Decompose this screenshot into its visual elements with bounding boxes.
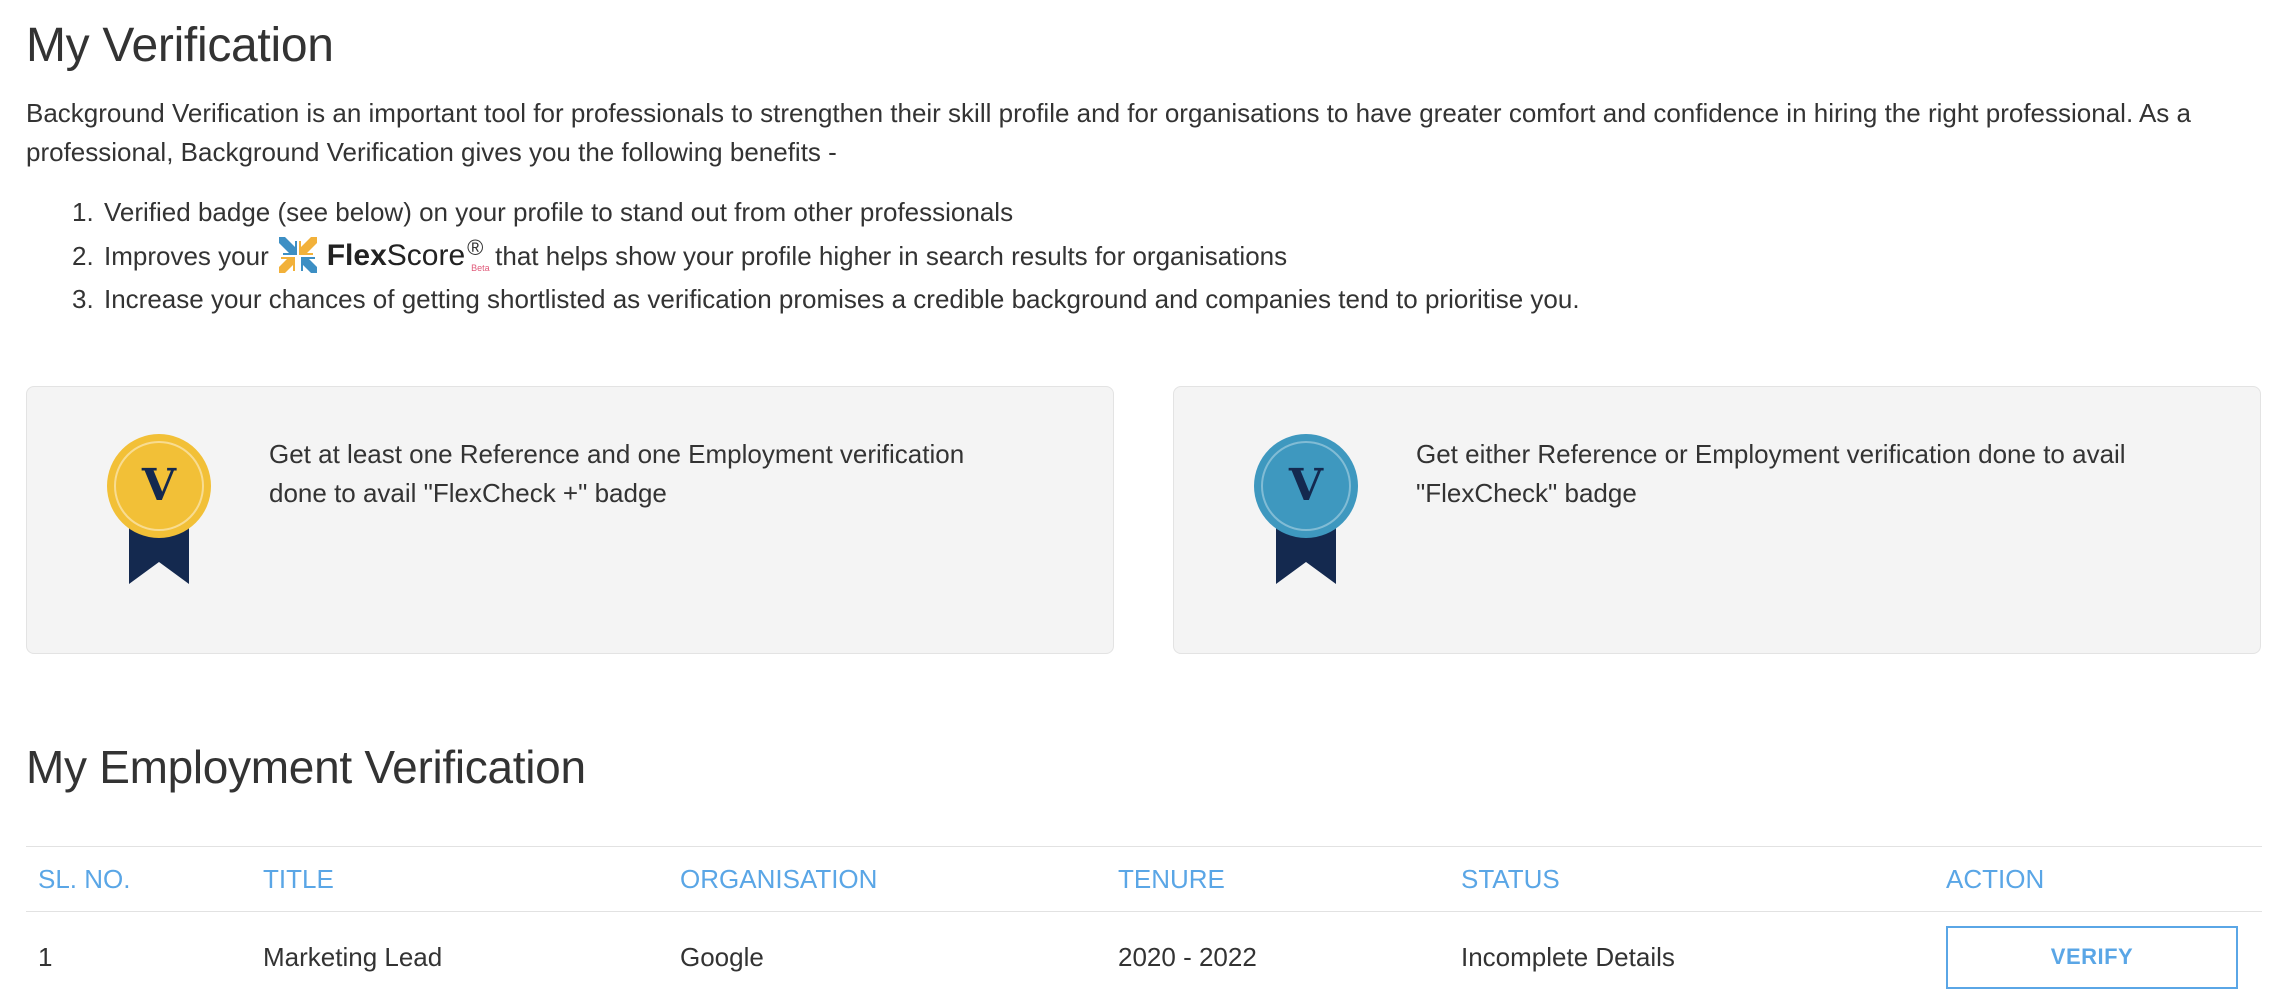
benefit-text-before: Improves your [104, 240, 269, 271]
flexscore-sup: ® Beta [467, 233, 490, 279]
badge-letter: V [141, 460, 177, 511]
column-header-organisation: ORGANISATION [680, 863, 878, 894]
benefit-number: 1. [72, 197, 94, 227]
flexscore-name: FlexScore [326, 239, 466, 272]
employment-verification-title: My Employment Verification [26, 741, 586, 793]
benefit-text: Verified badge (see below) on your profi… [104, 197, 1014, 227]
beta-label: Beta [471, 263, 490, 273]
cell-tenure: 2020 - 2022 [1118, 941, 1257, 972]
flexscore-arrows-icon [278, 237, 317, 273]
flexcheck-card: V Get either Reference or Employment ver… [1173, 386, 2261, 654]
benefits-list: 1. Verified badge (see below) on your pr… [72, 193, 1580, 319]
employment-verification-table: SL. NO. TITLE ORGANISATION TENURE STATUS… [26, 846, 2262, 992]
badge-letter: V [1288, 460, 1324, 511]
column-header-title: TITLE [263, 863, 334, 894]
blue-verified-badge-icon: V [1254, 434, 1358, 584]
benefit-item: 3. Increase your chances of getting shor… [72, 280, 1580, 319]
benefit-text: Increase your chances of getting shortli… [104, 284, 1580, 314]
column-header-sl-no: SL. NO. [38, 863, 131, 894]
flexcheck-plus-card: V Get at least one Reference and one Emp… [26, 386, 1114, 654]
benefit-item: 2. Improves your FlexScore ® Beta that h… [72, 232, 1580, 280]
card-text: Get at least one Reference and one Emplo… [269, 439, 965, 508]
cell-status: Incomplete Details [1461, 941, 1675, 972]
cell-action: VERIFY [1946, 925, 2262, 989]
benefit-number: 3. [72, 284, 94, 314]
card-text: Get either Reference or Employment verif… [1416, 439, 2126, 508]
table-header: SL. NO. TITLE ORGANISATION TENURE STATUS… [26, 846, 2262, 912]
page-title: My Verification [26, 19, 334, 72]
cell-sl-no: 1 [38, 941, 53, 972]
column-header-tenure: TENURE [1118, 863, 1225, 894]
column-header-status: STATUS [1461, 863, 1560, 894]
benefit-text-after: that helps show your profile higher in s… [495, 240, 1288, 271]
cell-organisation: Google [680, 941, 764, 972]
cell-title: Marketing Lead [263, 941, 443, 972]
flexscore-logo: FlexScore ® Beta [275, 233, 490, 279]
verify-button[interactable]: VERIFY [1946, 925, 2238, 989]
column-header-action: ACTION [1946, 863, 2045, 894]
intro-paragraph: Background Verification is an important … [26, 98, 2191, 167]
gold-verified-badge-icon: V [107, 434, 211, 584]
benefit-item: 1. Verified badge (see below) on your pr… [72, 193, 1580, 232]
table-row: 1 Marketing Lead Google 2020 - 2022 Inco… [26, 912, 2262, 992]
benefit-number: 2. [72, 240, 94, 271]
registered-mark: ® [467, 235, 484, 260]
